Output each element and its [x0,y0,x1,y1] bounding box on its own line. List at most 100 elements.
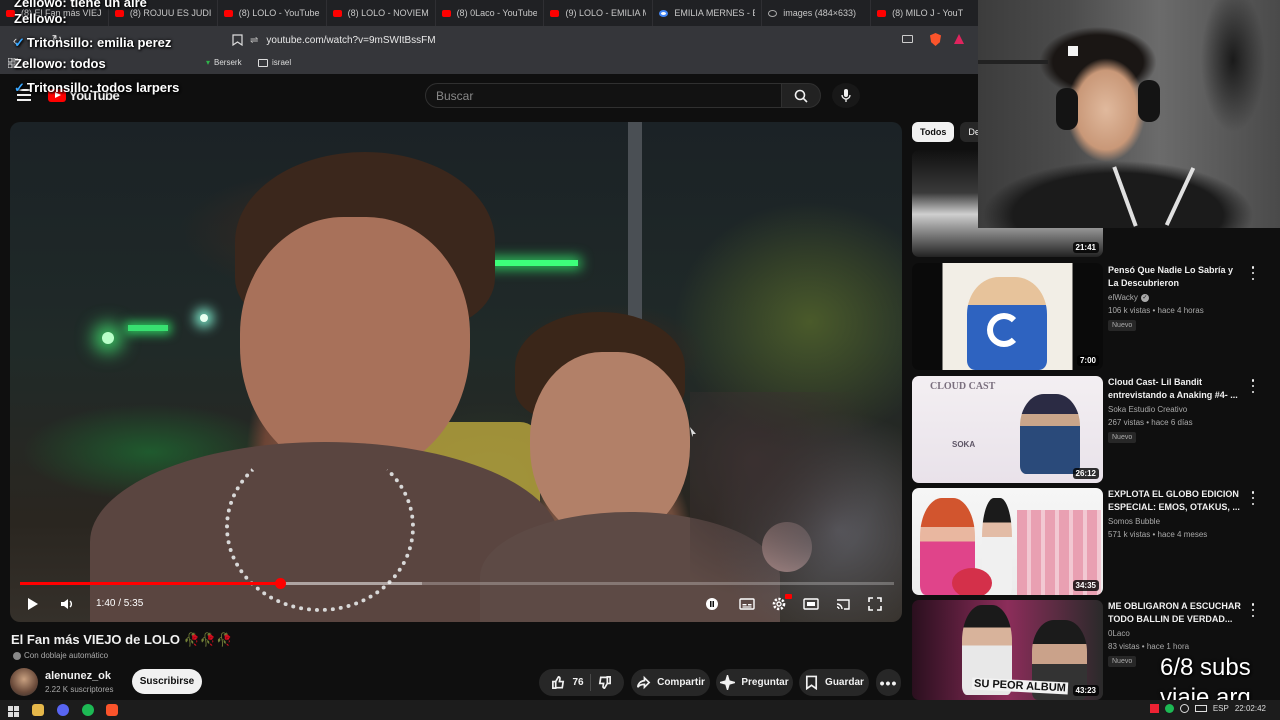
chip-todos[interactable]: Todos [912,122,955,142]
more-vert-icon[interactable] [1250,379,1256,393]
more-vert-icon[interactable] [1250,603,1256,617]
duration-badge: 43:23 [1072,685,1099,696]
related-channel[interactable]: Somos Bubble [1108,517,1160,526]
like-button[interactable]: 76 [551,675,584,690]
subscribe-button[interactable]: Suscribirse [132,669,202,694]
battery-icon[interactable] [1194,705,1207,712]
chat-message: Zellowo: todos [14,56,106,71]
chat-message: ✓ Tritonsillo: todos larpers [14,80,179,96]
chat-message: Zellowo: tiene un aire [14,0,147,10]
thumbnail[interactable]: SU PEOR ALBUM 43:23 [912,600,1103,700]
site-info-icon[interactable]: ⇌ [250,35,258,46]
bookmark-star-icon[interactable] [226,29,248,51]
related-channel[interactable]: elWacky ✓ [1108,293,1149,302]
divider [589,674,591,691]
thumb-soka-text: SOKA [952,440,976,449]
chat-text: : todos larpers [89,80,180,95]
cast-icon [836,599,850,610]
clock[interactable]: 22:02:42 [1235,704,1266,713]
discord-icon[interactable] [57,704,69,716]
more-vert-icon[interactable] [1250,266,1256,280]
spotify-icon[interactable] [82,704,94,716]
image-icon [768,9,778,17]
crowd [690,392,902,622]
channel-avatar[interactable] [10,668,38,696]
related-meta: 83 vistas • hace 1 hora [1108,642,1190,651]
fullscreen-button[interactable] [865,594,885,614]
video-frame[interactable] [10,122,902,622]
duration-badge: 34:35 [1072,580,1099,591]
settings-button[interactable] [769,594,792,614]
windows-start-icon[interactable] [8,704,20,717]
hoodie-stripe [1164,167,1196,226]
subscriber-count: 2.22 K suscriptores [45,685,114,694]
progress-bar[interactable] [20,578,894,589]
subtitles-icon [739,598,755,610]
autoplay-toggle[interactable] [702,594,722,614]
dislike-button[interactable] [597,675,612,690]
bookmark-berserk[interactable]: ▾ Berserk [206,58,242,67]
related-title[interactable]: Cloud Cast- Lil Bandit entrevistando a A… [1108,376,1243,402]
share-icon [637,675,651,690]
tab-label: (8) 0Laco - YouTube [456,8,538,18]
street-light [200,314,208,322]
hd-badge [785,594,792,599]
search-input[interactable]: Buscar [425,83,782,108]
more-vert-icon[interactable] [1250,491,1256,505]
more-actions-button[interactable]: ••• [876,669,901,696]
related-channel[interactable]: Soka Estudio Creativo [1108,405,1187,414]
related-title[interactable]: EXPLOTA EL GLOBO EDICION ESPECIAL: EMOS,… [1108,488,1243,514]
brave-browser-icon[interactable] [106,704,118,716]
chat-username: Zellowo [14,0,63,10]
browser-tab[interactable]: (8) 0Laco - YouTube [436,0,545,26]
share-button[interactable]: Compartir [631,669,710,696]
voice-search-button[interactable] [832,83,860,108]
ask-label: Preguntar [741,677,789,688]
play-button[interactable] [22,594,42,614]
wifi-icon[interactable] [1179,704,1189,713]
duration-badge: 26:12 [1072,468,1099,479]
thumbnail[interactable]: 34:35 [912,488,1103,595]
mute-button[interactable] [56,594,78,614]
verified-icon: ✓ [1140,293,1149,302]
related-meta: 106 k vistas • hace 4 horas [1108,306,1204,315]
tab-label: images (484×633) [783,8,857,18]
stream-overlay-line1: 6/8 subs [1160,654,1251,681]
browser-tab[interactable]: EMILIA MERNES - Bus [653,0,763,26]
browser-tab[interactable]: (8) LOLO - NOVIEMBRE [327,0,436,26]
new-badge: Nuevo [1108,320,1137,331]
tab-label: (9) LOLO - EMILIA ME [565,8,646,18]
related-channel-name: elWacky [1108,293,1138,302]
browser-tab[interactable]: (9) LOLO - EMILIA ME [544,0,654,26]
screen-cast-icon[interactable] [902,35,913,43]
channel-name[interactable]: alenunez_ok [45,670,111,682]
chat-username: Tritonsillo [26,35,90,50]
rewards-icon[interactable] [954,34,964,44]
related-title[interactable]: Pensó Que Nadie Lo Sabría y La Descubrie… [1108,264,1243,290]
subtitles-button[interactable] [737,594,757,614]
language-indicator[interactable]: ESP [1213,704,1229,713]
thumbnail[interactable]: CLOUD CAST SOKA 26:12 [912,376,1103,483]
miniplayer-button[interactable] [801,594,821,614]
related-channel[interactable]: 0Laco [1108,629,1130,638]
tray-icon[interactable] [1149,704,1159,713]
save-label: Guardar [825,677,864,688]
file-explorer-icon[interactable] [32,704,44,716]
related-meta: 267 vistas • hace 6 días [1108,418,1193,427]
thumbnail[interactable]: 7:00 [912,263,1103,370]
hoodie-stripe [1112,166,1138,227]
bookmark-israel[interactable]: israel [258,58,291,67]
ask-button[interactable]: Preguntar [716,669,793,696]
related-title[interactable]: ME OBLIGARON A ESCUCHAR TODO BALLIN DE V… [1108,600,1243,626]
address-bar[interactable]: ⇌ youtube.com/watch?v=9mSWItBssFM [250,30,980,50]
cast-button[interactable] [833,594,853,614]
search-button[interactable] [781,83,821,108]
related-channel-name: Somos Bubble [1108,517,1161,526]
tray-icon[interactable] [1164,704,1174,713]
browser-tab[interactable]: (8) LOLO - YouTube [218,0,327,26]
browser-tab[interactable]: (8) MILO J - YouT [871,0,980,26]
browser-tab[interactable]: images (484×633) [762,0,872,26]
thumbs-up-icon [552,676,565,689]
save-button[interactable]: Guardar [799,669,869,696]
chat-text: : tiene un aire [62,0,147,10]
